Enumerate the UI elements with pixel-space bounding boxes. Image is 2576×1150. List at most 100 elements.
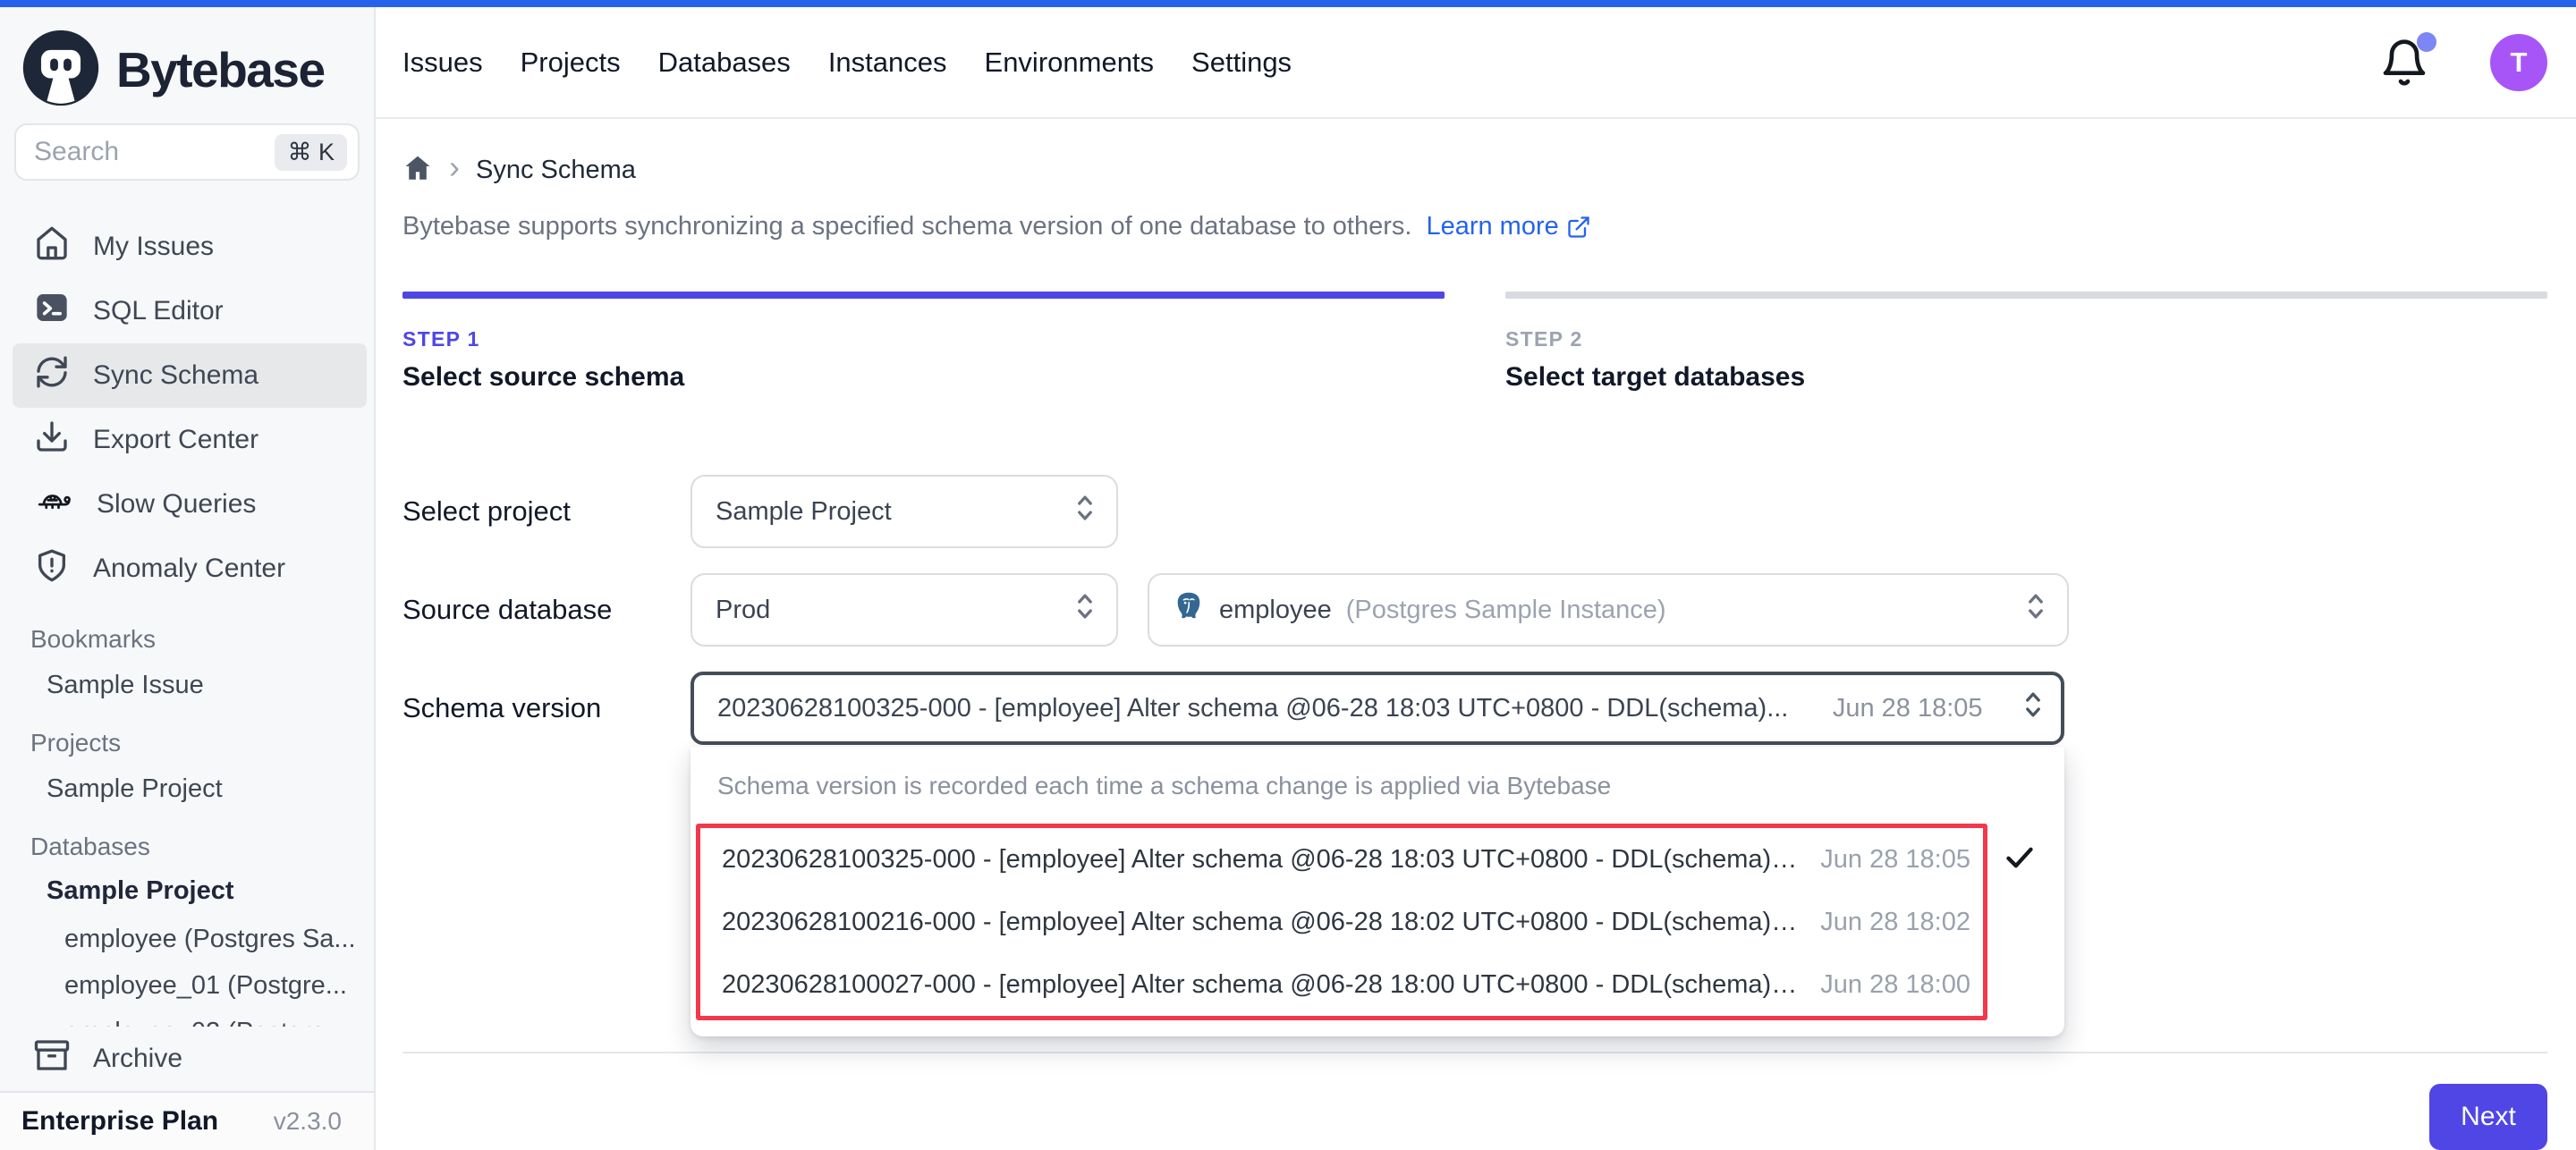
turtle-icon bbox=[34, 485, 73, 524]
plan-name: Enterprise Plan bbox=[21, 1106, 218, 1137]
next-button[interactable]: Next bbox=[2429, 1084, 2547, 1150]
option-date: Jun 28 18:00 bbox=[1797, 970, 1970, 1000]
sidebar-item-label: Export Center bbox=[93, 425, 258, 455]
search-placeholder: Search bbox=[34, 137, 275, 167]
archive-icon bbox=[34, 1037, 70, 1080]
plan-row: Enterprise Plan v2.3.0 bbox=[0, 1091, 374, 1150]
sidebar-item-sample-project[interactable]: Sample Project bbox=[0, 762, 374, 816]
sidebar-item-label: Archive bbox=[93, 1044, 182, 1074]
step-indicator: STEP 1 Select source schema STEP 2 Selec… bbox=[402, 292, 2547, 393]
logo[interactable]: Bytebase bbox=[0, 7, 374, 113]
schema-version-label: Schema version bbox=[402, 692, 691, 724]
chevron-updown-icon bbox=[1072, 491, 1098, 532]
sidebar-db-employee-01[interactable]: employee_01 (Postgre... bbox=[0, 962, 374, 1009]
sidebar-item-sample-issue[interactable]: Sample Issue bbox=[0, 658, 374, 712]
page-content: › Sync Schema Bytebase supports synchron… bbox=[376, 119, 2576, 1150]
plan-version: v2.3.0 bbox=[274, 1107, 342, 1136]
sidebar-item-label: Anomaly Center bbox=[93, 554, 285, 584]
external-link-icon bbox=[1566, 215, 1591, 240]
sidebar-item-sync-schema[interactable]: Sync Schema bbox=[13, 343, 367, 408]
schema-version-date: Jun 28 18:05 bbox=[1806, 694, 2003, 723]
sidebar-item-label: Sync Schema bbox=[93, 360, 258, 391]
shield-alert-icon bbox=[34, 547, 70, 590]
nav-databases[interactable]: Databases bbox=[658, 47, 791, 79]
nav-instances[interactable]: Instances bbox=[828, 47, 947, 79]
project-label: Select project bbox=[402, 495, 691, 528]
option-date: Jun 28 18:05 bbox=[1797, 845, 1970, 875]
sidebar-item-export-center[interactable]: Export Center bbox=[0, 408, 374, 472]
intro-description: Bytebase supports synchronizing a specif… bbox=[402, 212, 1411, 241]
footer: Next bbox=[402, 1052, 2547, 1150]
step-2-label: STEP 2 bbox=[1505, 327, 2547, 351]
version-option-3[interactable]: 20230628100027-000 - [employee] Alter sc… bbox=[700, 953, 1983, 1016]
sidebar-item-anomaly-center[interactable]: Anomaly Center bbox=[0, 537, 374, 601]
section-header-databases: Databases bbox=[0, 828, 374, 866]
chevron-updown-icon bbox=[2020, 688, 2046, 729]
notifications-button[interactable] bbox=[2379, 38, 2429, 88]
breadcrumb: › Sync Schema bbox=[402, 151, 2547, 189]
main-area: Issues Projects Databases Instances Envi… bbox=[376, 7, 2576, 1150]
check-icon bbox=[2002, 840, 2038, 880]
terminal-icon bbox=[34, 290, 70, 333]
schema-version-select[interactable]: 20230628100325-000 - [employee] Alter sc… bbox=[691, 672, 2064, 745]
step-1: STEP 1 Select source schema bbox=[402, 292, 1445, 393]
sidebar-item-label: Slow Queries bbox=[97, 489, 256, 520]
sync-icon bbox=[34, 354, 70, 397]
sidebar-item-slow-queries[interactable]: Slow Queries bbox=[0, 472, 374, 537]
project-select[interactable]: Sample Project bbox=[691, 475, 1118, 548]
nav-projects[interactable]: Projects bbox=[521, 47, 621, 79]
schema-version-dropdown: Schema version is recorded each time a s… bbox=[691, 747, 2064, 1036]
chevron-updown-icon bbox=[1072, 589, 1098, 630]
search-input[interactable]: Search ⌘ K bbox=[14, 123, 360, 181]
avatar[interactable]: T bbox=[2490, 34, 2547, 91]
step-2: STEP 2 Select target databases bbox=[1505, 292, 2547, 393]
search-shortcut-badge: ⌘ K bbox=[275, 134, 347, 171]
options-wrap: 20230628100325-000 - [employee] Alter sc… bbox=[696, 824, 2064, 1020]
postgres-icon bbox=[1173, 590, 1205, 630]
sidebar-item-label: My Issues bbox=[93, 232, 214, 262]
breadcrumb-home-icon[interactable] bbox=[402, 153, 433, 188]
bytebase-logo-icon bbox=[20, 27, 102, 114]
nav-issues[interactable]: Issues bbox=[402, 47, 483, 79]
option-date: Jun 28 18:02 bbox=[1797, 908, 1970, 937]
step-1-progress-bar bbox=[402, 292, 1445, 299]
window-accent-bar bbox=[0, 0, 2576, 7]
source-schema-form: Select project Sample Project Source dat… bbox=[402, 475, 2547, 745]
home-icon bbox=[34, 225, 70, 268]
sidebar-item-label: SQL Editor bbox=[93, 296, 224, 326]
sidebar-item-sql-editor[interactable]: SQL Editor bbox=[0, 279, 374, 343]
breadcrumb-separator: › bbox=[449, 151, 460, 189]
nav-environments[interactable]: Environments bbox=[985, 47, 1155, 79]
step-2-title: Select target databases bbox=[1505, 362, 2547, 393]
source-database-row: Source database Prod employee (Postgres … bbox=[402, 573, 2547, 647]
project-select-value: Sample Project bbox=[716, 497, 892, 527]
schema-version-wrap: 20230628100325-000 - [employee] Alter sc… bbox=[691, 672, 2064, 745]
step-2-progress-bar bbox=[1505, 292, 2547, 299]
annotation-red-box: 20230628100325-000 - [employee] Alter sc… bbox=[696, 824, 1987, 1020]
sidebar-db-group-sample-project[interactable]: Sample Project bbox=[0, 866, 374, 916]
schema-version-row: Schema version 20230628100325-000 - [emp… bbox=[402, 672, 2547, 745]
logo-text: Bytebase bbox=[116, 41, 325, 98]
sidebar: Bytebase Search ⌘ K My Issues SQL Editor… bbox=[0, 7, 376, 1150]
environment-select[interactable]: Prod bbox=[691, 573, 1118, 647]
database-select[interactable]: employee (Postgres Sample Instance) bbox=[1148, 573, 2069, 647]
dropdown-hint: Schema version is recorded each time a s… bbox=[691, 747, 2064, 818]
sidebar-item-archive[interactable]: Archive bbox=[0, 1027, 374, 1091]
step-1-title: Select source schema bbox=[402, 362, 1445, 393]
version-option-1[interactable]: 20230628100325-000 - [employee] Alter sc… bbox=[700, 828, 1983, 891]
section-header-bookmarks: Bookmarks bbox=[0, 621, 374, 658]
download-icon bbox=[34, 419, 70, 461]
environment-select-value: Prod bbox=[716, 596, 770, 625]
sidebar-db-employee[interactable]: employee (Postgres Sa... bbox=[0, 916, 374, 962]
breadcrumb-page: Sync Schema bbox=[476, 156, 636, 185]
version-option-2[interactable]: 20230628100216-000 - [employee] Alter sc… bbox=[700, 891, 1983, 953]
sidebar-bottom: Archive Enterprise Plan v2.3.0 bbox=[0, 1027, 374, 1150]
database-instance-label: (Postgres Sample Instance) bbox=[1346, 596, 1666, 625]
project-row: Select project Sample Project bbox=[402, 475, 2547, 548]
sidebar-item-my-issues[interactable]: My Issues bbox=[0, 215, 374, 279]
step-1-label: STEP 1 bbox=[402, 327, 1445, 351]
sidebar-nav: My Issues SQL Editor Sync Schema Export … bbox=[0, 215, 374, 601]
learn-more-link[interactable]: Learn more bbox=[1426, 212, 1590, 241]
database-select-value: employee bbox=[1219, 596, 1332, 625]
nav-settings[interactable]: Settings bbox=[1191, 47, 1292, 79]
